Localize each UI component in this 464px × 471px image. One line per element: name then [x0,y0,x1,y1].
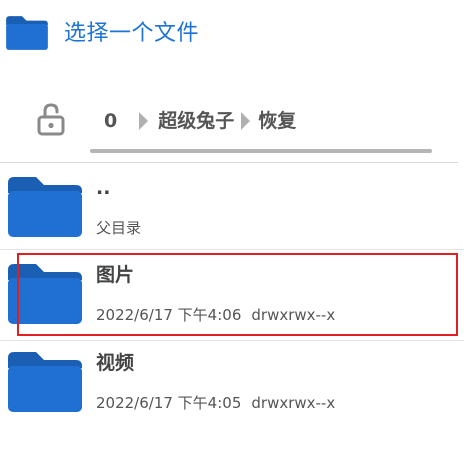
breadcrumb-item-root[interactable]: 0 [104,106,117,136]
folder-icon [5,14,49,52]
list-item-parent-dir[interactable]: .. 父目录 [0,163,464,249]
folder-icon [6,350,84,414]
folder-icon [6,262,84,326]
file-name: 视频 [96,352,135,374]
path-bar: 0 超级兔子 恢复 [0,92,464,154]
file-meta: 父目录 [96,219,142,237]
chevron-right-icon [139,112,149,130]
breadcrumb: 0 超级兔子 恢复 [104,106,296,136]
breadcrumb-item-chaojitu[interactable]: 超级兔子 [158,106,234,136]
path-scroll-indicator [90,149,432,153]
chevron-right-icon [241,112,251,130]
list-item-pictures[interactable]: 图片 2022/6/17 下午4:06 drwxrwx--x [0,250,464,336]
file-meta: 2022/6/17 下午4:06 drwxrwx--x [96,304,335,326]
file-date: 2022/6/17 下午4:05 [96,394,242,412]
file-permissions: drwxrwx--x [251,306,336,324]
breadcrumb-item-huifu[interactable]: 恢复 [258,106,296,136]
folder-icon [6,175,84,239]
dialog-title: 选择一个文件 [64,21,200,46]
dialog-header: 选择一个文件 [0,0,464,72]
file-name: 图片 [96,264,135,286]
file-date: 2022/6/17 下午4:06 [96,306,242,324]
file-permissions: drwxrwx--x [251,394,336,412]
file-meta: 2022/6/17 下午4:05 drwxrwx--x [96,392,335,414]
file-name: .. [96,177,111,199]
list-item-videos[interactable]: 视频 2022/6/17 下午4:05 drwxrwx--x [0,338,464,424]
unlocked-padlock-icon[interactable] [36,102,66,136]
